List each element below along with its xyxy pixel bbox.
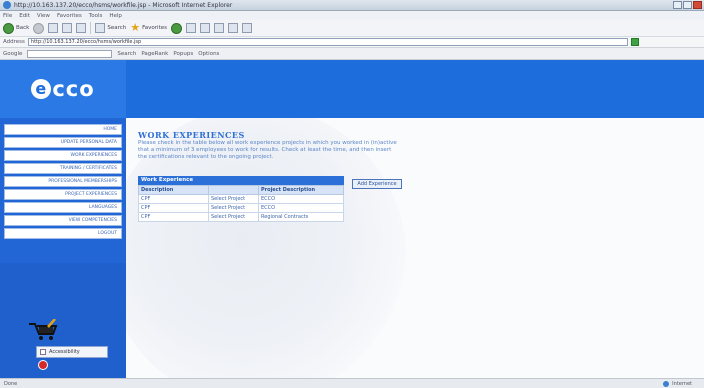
table-cell-project: Regional Contracts — [258, 212, 344, 222]
intro-text: Please check in the table below all work… — [138, 140, 397, 160]
sidebar-item-languages[interactable]: LANGUAGES — [4, 202, 122, 213]
search-button[interactable]: Search — [95, 23, 126, 33]
back-arrow-icon — [3, 22, 14, 34]
checkbox-icon[interactable] — [40, 349, 46, 355]
select-project-link[interactable]: Select Project — [208, 212, 259, 222]
ecco-logo[interactable]: e cco — [31, 77, 94, 101]
select-project-link[interactable]: Select Project — [208, 203, 259, 213]
maximize-icon[interactable] — [683, 1, 692, 9]
close-icon[interactable] — [693, 1, 702, 9]
table-row: CPF Select Project ECCO — [138, 194, 344, 204]
work-experience-table: Work Experience Description Project Desc… — [138, 176, 344, 222]
menu-tools[interactable]: Tools — [89, 13, 103, 19]
logo-letter: e — [31, 79, 52, 99]
select-project-link[interactable]: Select Project — [208, 194, 259, 204]
favorites-star-icon: ★ — [130, 21, 141, 34]
window-title-bar: http://10.163.137.20/ecco/hsms/workfile.… — [0, 0, 704, 11]
window-title: http://10.163.137.20/ecco/hsms/workfile.… — [14, 1, 233, 9]
web-page: e cco HOME UPDATE PERSONAL DATA WORK EXPE… — [0, 60, 704, 378]
main-content: WORK EXPERIENCES Please check in the tab… — [126, 118, 704, 378]
menu-help[interactable]: Help — [109, 13, 122, 19]
table-header-row: Description Project Description — [138, 185, 344, 195]
window-controls — [673, 1, 702, 9]
refresh-icon[interactable] — [62, 23, 73, 33]
shopping-cart-icon — [29, 319, 58, 340]
menu-edit[interactable]: Edit — [19, 13, 30, 19]
popups-button[interactable]: Popups — [173, 51, 193, 57]
zone-indicator: Internet — [663, 380, 704, 387]
logo-text: cco — [52, 77, 95, 101]
forward-arrow-icon[interactable] — [33, 22, 45, 34]
globe-icon — [663, 380, 670, 387]
table-cell-description: CPF — [138, 212, 209, 222]
mail-icon[interactable] — [200, 23, 210, 33]
favorites-button[interactable]: ★ Favorites — [130, 21, 167, 34]
toolbar-separator — [90, 22, 92, 34]
google-search-input[interactable] — [27, 49, 113, 58]
google-toolbar: Google Search PageRank Popups Options — [0, 48, 704, 60]
column-header: Project Description — [258, 185, 344, 195]
print-icon[interactable] — [214, 23, 224, 33]
table-row: CPF Select Project Regional Contracts — [138, 212, 344, 222]
status-bar: Done Internet — [0, 378, 704, 388]
table-title: Work Experience — [138, 176, 344, 185]
options-button[interactable]: Options — [198, 51, 219, 57]
google-label: Google — [3, 50, 23, 57]
go-icon[interactable] — [630, 38, 639, 46]
address-label: Address — [3, 39, 25, 45]
sidebar-item-logout[interactable]: LOGOUT — [4, 228, 122, 239]
address-bar: Address http://10.163.137.20/ecco/hsms/w… — [0, 37, 704, 48]
ie-icon — [3, 1, 11, 9]
column-header: Description — [138, 185, 209, 195]
back-button[interactable]: Back — [3, 22, 29, 34]
column-header — [208, 185, 259, 195]
menu-view[interactable]: View — [37, 13, 50, 19]
sidebar-nav: HOME UPDATE PERSONAL DATA WORK EXPERIENC… — [0, 124, 126, 241]
table-cell-description: CPF — [138, 203, 209, 213]
logo-area: e cco — [0, 60, 126, 118]
stop-icon[interactable] — [48, 23, 59, 33]
address-input[interactable]: http://10.163.137.20/ecco/hsms/workfile.… — [27, 38, 628, 46]
status-text: Done — [4, 380, 18, 387]
search-icon — [95, 23, 106, 33]
edit-icon[interactable] — [228, 23, 238, 33]
sidebar-item-home[interactable]: HOME — [4, 124, 122, 135]
google-search-button[interactable]: Search — [117, 51, 136, 57]
menu-file[interactable]: File — [3, 13, 12, 19]
home-icon[interactable] — [76, 23, 87, 33]
pagerank-button[interactable]: PageRank — [141, 51, 168, 57]
sidebar-lower-panel — [0, 263, 126, 378]
sidebar-item-memberships[interactable]: PROFESSIONAL MEMBERSHIPS — [4, 176, 122, 187]
add-experience-button[interactable]: Add Experience — [352, 179, 402, 189]
page-title: WORK EXPERIENCES — [138, 130, 245, 140]
menu-favorites[interactable]: Favorites — [57, 13, 82, 19]
sidebar-item-competencies[interactable]: VIEW COMPETENCIES — [4, 215, 122, 226]
table-cell-description: CPF — [138, 194, 209, 204]
zone-label: Internet — [672, 380, 692, 387]
media-icon[interactable] — [171, 22, 182, 34]
menu-bar: File Edit View Favorites Tools Help — [0, 11, 704, 20]
browser-toolbar: Back Search ★ Favorites — [0, 20, 704, 37]
history-icon[interactable] — [186, 23, 196, 33]
sidebar-item-personal-data[interactable]: UPDATE PERSONAL DATA — [4, 137, 122, 148]
table-row: CPF Select Project ECCO — [138, 203, 344, 213]
sidebar-item-projects[interactable]: PROJECT EXPERIENCES — [4, 189, 122, 200]
sidebar-item-training[interactable]: TRAINING / CERTIFICATES — [4, 163, 122, 174]
accessibility-label: Accessibility — [49, 349, 80, 355]
sidebar: HOME UPDATE PERSONAL DATA WORK EXPERIENC… — [0, 118, 126, 378]
table-cell-project: ECCO — [258, 194, 344, 204]
minimize-icon[interactable] — [673, 1, 682, 9]
table-cell-project: ECCO — [258, 203, 344, 213]
accessibility-box[interactable]: Accessibility — [36, 346, 108, 358]
flag-icon — [38, 360, 48, 370]
sidebar-item-work-experiences[interactable]: WORK EXPERIENCES — [4, 150, 122, 161]
messenger-icon[interactable] — [242, 23, 252, 33]
